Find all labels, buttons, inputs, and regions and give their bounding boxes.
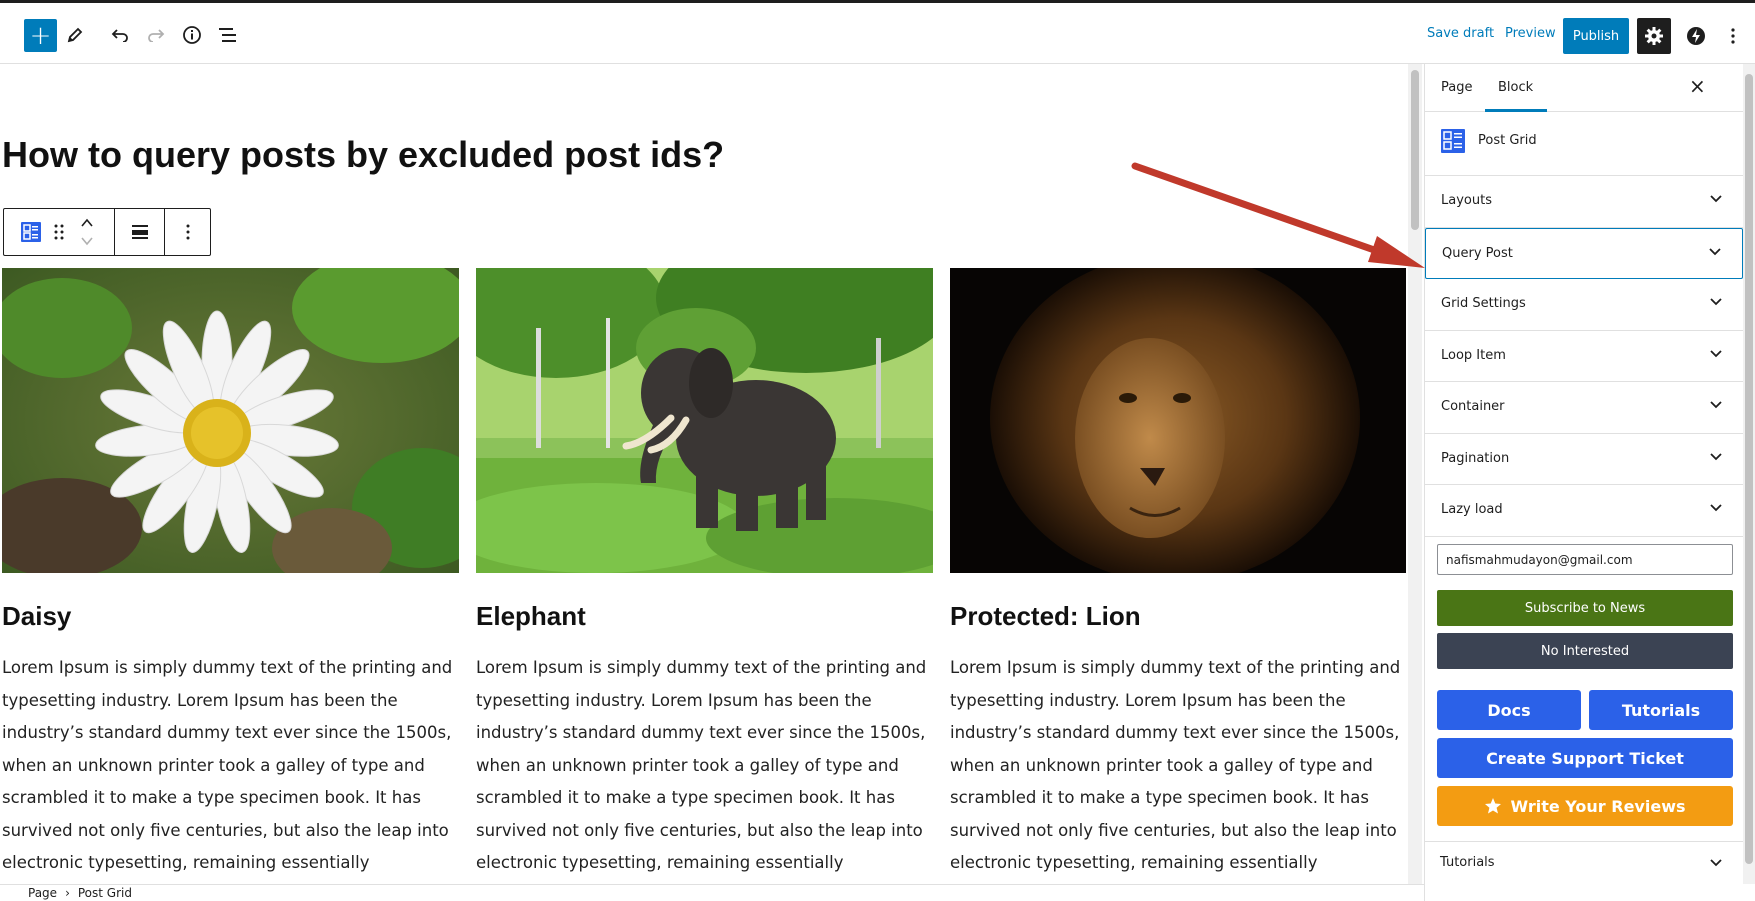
close-icon[interactable]: ×	[1689, 74, 1706, 98]
redo-icon[interactable]	[139, 18, 173, 52]
elephant-image	[476, 268, 933, 573]
more-vertical-icon[interactable]	[1718, 18, 1748, 54]
chevron-down-icon	[1710, 298, 1722, 306]
preview-button[interactable]: Preview	[1505, 26, 1556, 41]
chevron-down-icon	[1710, 504, 1722, 512]
publish-button[interactable]: Publish	[1563, 18, 1629, 54]
post-title-link[interactable]: Daisy	[2, 601, 459, 632]
panel-layouts[interactable]: Layouts	[1425, 176, 1743, 228]
chevron-down-icon	[1710, 452, 1722, 460]
chevron-down-icon	[1709, 247, 1721, 255]
post-title[interactable]: How to query posts by excluded post ids?	[2, 134, 724, 176]
post-grid-item: Daisy Lorem Ipsum is simply dummy text o…	[2, 268, 459, 884]
undo-icon[interactable]	[103, 18, 137, 52]
post-title-link[interactable]: Protected: Lion	[950, 601, 1406, 632]
panel-label: Loop Item	[1441, 347, 1506, 363]
panel-label: Pagination	[1441, 450, 1510, 466]
daisy-image	[2, 268, 459, 573]
post-excerpt: Lorem Ipsum is simply dummy text of the …	[2, 658, 453, 872]
block-card: Post Grid	[1425, 112, 1743, 176]
plus-icon[interactable]: +	[24, 19, 57, 52]
panel-label: Query Post	[1442, 245, 1513, 261]
breadcrumb: Page › Post Grid	[0, 884, 1424, 901]
save-draft-button[interactable]: Save draft	[1427, 26, 1494, 41]
subscribe-button[interactable]: Subscribe to News	[1437, 590, 1733, 626]
panel-grid-settings[interactable]: Grid Settings	[1425, 279, 1743, 331]
jetpack-icon[interactable]	[1679, 18, 1713, 54]
panel-lazy-load[interactable]: Lazy load	[1425, 485, 1743, 537]
editor-canvas: How to query posts by excluded post ids?	[0, 64, 1406, 884]
editor-scrollbar[interactable]	[1408, 64, 1422, 884]
email-field[interactable]: nafismahmudayon@gmail.com	[1437, 544, 1733, 575]
panel-label: Tutorials	[1440, 855, 1495, 870]
chevron-down-icon	[1710, 349, 1722, 357]
panel-label: Layouts	[1441, 193, 1492, 208]
chevron-down-icon	[1710, 401, 1722, 409]
docs-button[interactable]: Docs	[1437, 690, 1581, 730]
write-reviews-label: Write Your Reviews	[1510, 796, 1686, 816]
post-excerpt: Lorem Ipsum is simply dummy text of the …	[950, 658, 1401, 872]
write-reviews-button[interactable]: Write Your Reviews	[1437, 786, 1733, 826]
move-up-down-icon[interactable]	[73, 209, 101, 255]
create-support-ticket-button[interactable]: Create Support Ticket	[1437, 738, 1733, 778]
post-title-link[interactable]: Elephant	[476, 601, 933, 632]
chevron-down-icon	[1710, 195, 1722, 203]
panel-container[interactable]: Container	[1425, 382, 1743, 434]
breadcrumb-item-page[interactable]: Page	[28, 886, 57, 900]
panel-query-post[interactable]: Query Post	[1425, 227, 1743, 279]
panel-pagination[interactable]: Pagination	[1425, 434, 1743, 485]
block-options-icon[interactable]	[165, 209, 210, 255]
align-icon[interactable]	[115, 209, 165, 255]
lion-image	[950, 268, 1406, 573]
tutorials-button[interactable]: Tutorials	[1589, 690, 1733, 730]
post-grid-item: Protected: Lion Lorem Ipsum is simply du…	[950, 268, 1406, 884]
panel-loop-item[interactable]: Loop Item	[1425, 331, 1743, 382]
panel-label: Container	[1441, 399, 1505, 414]
panel-tutorials[interactable]: Tutorials	[1424, 841, 1743, 884]
chevron-down-icon	[1710, 859, 1722, 867]
no-interest-button[interactable]: No Interested	[1437, 633, 1733, 669]
breadcrumb-item-post-grid[interactable]: Post Grid	[78, 886, 132, 900]
post-grid-block-icon	[1441, 129, 1465, 153]
pencil-icon[interactable]	[58, 18, 92, 52]
tab-page[interactable]: Page	[1441, 80, 1472, 95]
star-icon	[1485, 798, 1502, 814]
post-excerpt: Lorem Ipsum is simply dummy text of the …	[476, 658, 927, 872]
block-toolbar	[3, 208, 211, 256]
post-grid-block-icon[interactable]	[17, 209, 45, 255]
tab-block[interactable]: Block	[1498, 80, 1533, 95]
sidebar-scrollbar[interactable]	[1743, 64, 1755, 884]
block-toolbar-group	[4, 209, 115, 255]
panel-label: Grid Settings	[1441, 296, 1526, 311]
editor-top-toolbar: + Save draft Preview Publish	[0, 0, 1755, 64]
panel-label: Lazy load	[1441, 502, 1503, 517]
info-icon[interactable]	[175, 18, 209, 52]
list-view-icon[interactable]	[211, 18, 245, 52]
gear-icon[interactable]	[1637, 18, 1671, 54]
block-name: Post Grid	[1478, 133, 1537, 148]
drag-handle-icon[interactable]	[45, 209, 73, 255]
sidebar-tabs: Page Block ×	[1425, 64, 1743, 112]
breadcrumb-separator: ›	[65, 886, 70, 900]
post-grid-item: Elephant Lorem Ipsum is simply dummy tex…	[476, 268, 933, 884]
